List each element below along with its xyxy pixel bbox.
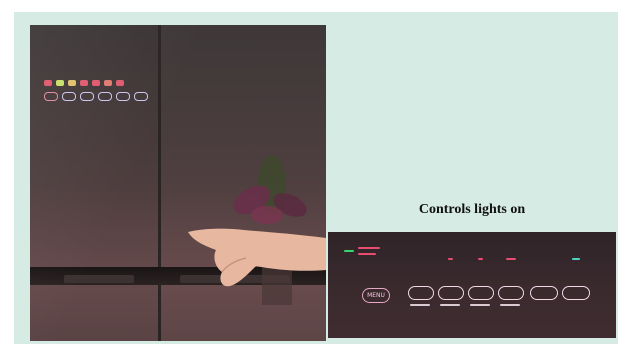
refrigerator-photo	[30, 25, 326, 341]
status-indicator-red-2	[358, 253, 376, 255]
panel-button-6	[562, 286, 590, 300]
panel-button-1	[408, 286, 434, 300]
menu-button: MENU	[362, 288, 390, 303]
glass-reflection	[30, 25, 326, 341]
panel-button-2	[438, 286, 464, 300]
button-sublabel-1	[410, 304, 430, 306]
status-indicator-red-1	[358, 247, 380, 249]
control-panel-photo: MENU	[328, 232, 616, 338]
panel-button-3	[468, 286, 494, 300]
button-sublabel-2	[440, 304, 460, 306]
caption: Controls lights on	[418, 202, 526, 217]
indicator-dot-3	[506, 258, 516, 260]
indicator-dot-1	[448, 258, 453, 260]
indicator-dot-teal	[572, 258, 580, 260]
panel-button-5	[530, 286, 558, 300]
status-indicator-green	[344, 250, 354, 252]
panel-button-4	[498, 286, 524, 300]
indicator-dot-2	[478, 258, 483, 260]
button-sublabel-4	[500, 304, 520, 306]
button-sublabel-3	[470, 304, 490, 306]
